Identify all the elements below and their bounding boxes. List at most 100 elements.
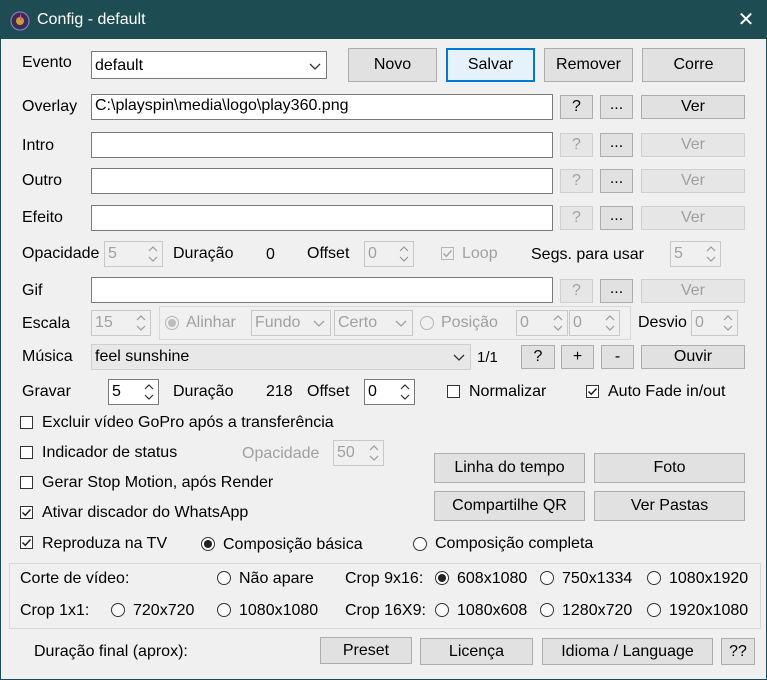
spinner-arrows-icon (723, 315, 733, 331)
corre-button[interactable]: Corre (642, 48, 745, 82)
posicao-radio[interactable] (420, 316, 434, 330)
spinner-arrows-icon (148, 246, 158, 262)
label-1080x1920: 1080x1920 (669, 570, 749, 587)
novo-button[interactable]: Novo (348, 48, 437, 82)
intro-browse-button[interactable]: ... (600, 133, 633, 157)
escala-stepper[interactable]: 15 (91, 310, 151, 336)
spinner-arrows-icon (136, 315, 146, 331)
intro-help-button[interactable]: ? (560, 133, 593, 157)
whatsapp-checkbox[interactable] (20, 506, 33, 519)
segs-stepper[interactable]: 5 (670, 241, 721, 267)
window-title: Config - default (37, 11, 146, 28)
label-750x1334: 750x1334 (562, 570, 633, 587)
radio-608x1080[interactable] (435, 571, 449, 585)
indicador-opacidade-stepper[interactable]: 50 (333, 440, 384, 466)
intro-view-button[interactable]: Ver (641, 133, 745, 157)
preset-button[interactable]: Preset (320, 637, 412, 664)
chevron-down-icon (309, 63, 321, 70)
radio-1920x1080[interactable] (647, 603, 661, 617)
linha-do-tempo-button[interactable]: Linha do tempo (434, 453, 585, 483)
close-icon[interactable]: ✕ (733, 7, 759, 33)
posicao-y-stepper[interactable]: 0 (569, 310, 620, 336)
certo-select[interactable]: Certo (334, 310, 413, 336)
compartilhe-qr-button[interactable]: Compartilhe QR (434, 491, 585, 521)
evento-select[interactable]: default (91, 51, 327, 79)
desvio-stepper[interactable]: 0 (691, 310, 738, 336)
corte-label: Corte de vídeo: (20, 570, 130, 587)
composicao-basica-radio[interactable] (201, 537, 215, 551)
duracao-value: 0 (266, 246, 275, 263)
help-button[interactable]: ?? (721, 638, 755, 665)
chevron-down-icon (313, 320, 325, 327)
label-1280x720: 1280x720 (562, 602, 633, 619)
autofade-checkbox[interactable] (586, 385, 599, 398)
nao-apare-radio[interactable] (217, 571, 231, 585)
posicao-x-stepper[interactable]: 0 (516, 310, 568, 336)
overlay-help-button[interactable]: ? (560, 95, 593, 119)
idioma-button[interactable]: Idioma / Language (542, 638, 713, 665)
indicador-opacidade-label: Opacidade (242, 445, 320, 462)
escala-label: Escala (22, 315, 71, 332)
segs-label: Segs. para usar (531, 246, 644, 263)
title-bar: Config - default ✕ (1, 1, 766, 39)
outro-path-input[interactable] (91, 168, 553, 194)
radio-1080x1080[interactable] (217, 603, 231, 617)
intro-path-input[interactable] (91, 132, 553, 158)
gravar-offset-label: Offset (307, 383, 350, 400)
efeito-path-input[interactable] (91, 205, 553, 231)
composicao-completa-radio[interactable] (413, 537, 427, 551)
radio-750x1334[interactable] (540, 571, 554, 585)
normalizar-checkbox[interactable] (447, 385, 460, 398)
efeito-help-button[interactable]: ? (560, 206, 593, 230)
stopmotion-label: Gerar Stop Motion, após Render (42, 474, 274, 491)
salvar-button[interactable]: Salvar (446, 48, 535, 82)
offset-stepper[interactable]: 0 (364, 241, 414, 267)
overlay-path-input[interactable]: C:\playspin\media\logo\play360.png (91, 94, 553, 120)
tv-checkbox[interactable] (20, 536, 33, 549)
fundo-select[interactable]: Fundo (251, 310, 331, 336)
stopmotion-checkbox[interactable] (20, 476, 33, 489)
radio-1280x720[interactable] (540, 603, 554, 617)
loop-label: Loop (462, 245, 498, 262)
musica-select[interactable]: feel sunshine (91, 344, 471, 370)
excluir-checkbox[interactable] (20, 416, 33, 429)
duracao-label: Duração (173, 245, 234, 262)
overlay-label: Overlay (22, 98, 78, 115)
ver-pastas-button[interactable]: Ver Pastas (594, 491, 745, 521)
gravar-stepper[interactable]: 5 (108, 379, 159, 405)
gif-help-button[interactable]: ? (560, 279, 593, 303)
gravar-offset-stepper[interactable]: 0 (364, 379, 415, 405)
ouvir-button[interactable]: Ouvir (641, 345, 745, 369)
gif-browse-button[interactable]: ... (600, 279, 633, 303)
radio-1080x608[interactable] (435, 603, 449, 617)
overlay-view-button[interactable]: Ver (641, 95, 745, 119)
spinner-arrows-icon (144, 384, 154, 400)
licenca-button[interactable]: Licença (420, 638, 533, 665)
desvio-label: Desvio (638, 314, 687, 331)
remover-button[interactable]: Remover (544, 48, 633, 82)
alinhar-radio[interactable] (165, 316, 179, 330)
radio-720x720[interactable] (111, 603, 125, 617)
spinner-arrows-icon (369, 445, 379, 461)
crop-9x16-label: Crop 9x16: (345, 570, 424, 587)
app-icon (10, 11, 30, 31)
indicador-checkbox[interactable] (20, 446, 33, 459)
loop-checkbox[interactable] (441, 247, 454, 260)
outro-browse-button[interactable]: ... (600, 169, 633, 193)
outro-help-button[interactable]: ? (560, 169, 593, 193)
gravar-duracao-label: Duração (173, 383, 234, 400)
gif-label: Gif (22, 282, 43, 299)
gif-view-button[interactable]: Ver (641, 279, 745, 303)
radio-1080x1920[interactable] (647, 571, 661, 585)
outro-view-button[interactable]: Ver (641, 169, 745, 193)
gif-path-input[interactable] (91, 277, 553, 303)
overlay-browse-button[interactable]: ... (600, 95, 633, 119)
efeito-browse-button[interactable]: ... (600, 206, 633, 230)
musica-help-button[interactable]: ? (521, 345, 555, 369)
efeito-view-button[interactable]: Ver (641, 206, 745, 230)
musica-remove-button[interactable]: - (601, 345, 634, 369)
opacidade-stepper[interactable]: 5 (104, 241, 163, 267)
musica-add-button[interactable]: + (561, 345, 594, 369)
foto-button[interactable]: Foto (594, 453, 745, 483)
whatsapp-label: Ativar discador do WhatsApp (42, 504, 249, 521)
